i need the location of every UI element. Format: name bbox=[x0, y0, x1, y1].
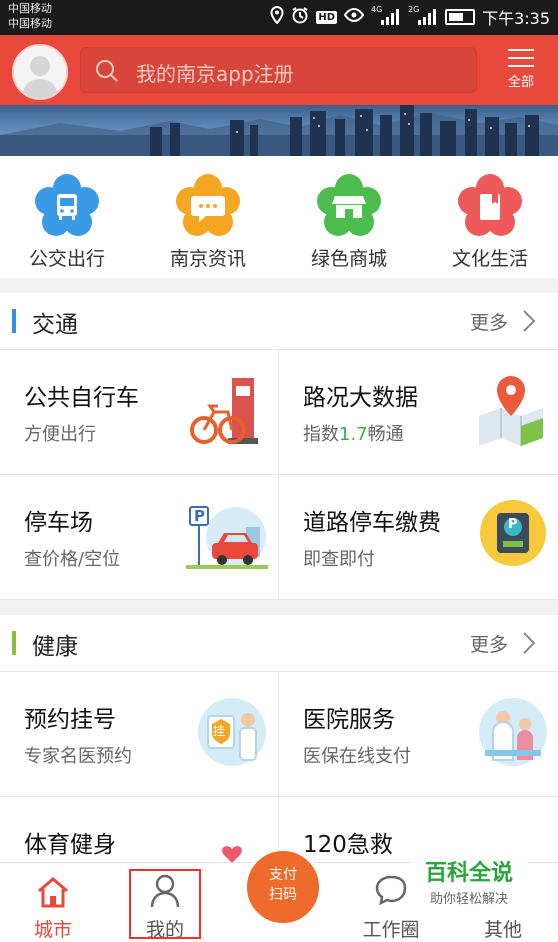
watermark-subtitle: 助你轻松解决 bbox=[429, 892, 508, 907]
card-subtitle-prefix: 指数 bbox=[303, 424, 339, 445]
card-appointment[interactable]: 预约挂号 专家名医预约 挂 bbox=[0, 672, 278, 797]
card-traffic-data[interactable]: 路况大数据 指数1.7畅通 bbox=[278, 350, 558, 475]
card-hospital-service[interactable]: 医院服务 医保在线支付 bbox=[278, 672, 558, 797]
alarm-icon bbox=[291, 6, 309, 28]
highlight-box bbox=[129, 869, 201, 939]
doctor-icon: 挂 bbox=[196, 694, 268, 774]
traffic-section-title: 交通 bbox=[32, 312, 78, 338]
card-subtitle: 方便出行 bbox=[24, 424, 96, 445]
scan-label: 扫码 bbox=[269, 887, 297, 903]
card-subtitle: 医保在线支付 bbox=[303, 746, 411, 767]
section-accent-bar bbox=[12, 631, 16, 655]
health-more-link[interactable]: 更多 bbox=[470, 630, 508, 657]
card-parking[interactable]: 停车场 查价格/空位 P bbox=[0, 475, 278, 600]
net-label-1: 4G bbox=[371, 5, 383, 14]
parking-meter-icon: P bbox=[477, 497, 549, 577]
quick-label-bus: 公交出行 bbox=[28, 248, 105, 270]
quick-item-shop[interactable]: 绿色商城 bbox=[294, 174, 404, 271]
quick-label-shop: 绿色商城 bbox=[310, 248, 387, 270]
search-placeholder: 我的南京app注册 bbox=[136, 62, 294, 86]
traffic-section-header: 交通 更多 bbox=[0, 293, 558, 350]
clock: 下午3:35 bbox=[482, 9, 550, 28]
status-icons: HD 4G 2G 下午3:35 bbox=[270, 5, 550, 28]
chevron-right-icon[interactable] bbox=[522, 309, 536, 337]
signal-2g-icon: 2G bbox=[408, 5, 438, 26]
hd-badge: HD bbox=[316, 10, 338, 24]
carrier-label-1: 中国移动 bbox=[8, 2, 52, 15]
signal-4g-icon: 4G bbox=[371, 5, 401, 26]
quick-item-culture[interactable]: 文化生活 bbox=[435, 174, 545, 271]
section-accent-bar bbox=[12, 309, 16, 333]
card-public-bike[interactable]: 公共自行车 方便出行 bbox=[0, 350, 278, 475]
carrier-label-2: 中国移动 bbox=[8, 17, 52, 30]
user-placeholder-icon bbox=[14, 46, 66, 98]
quick-item-news[interactable]: 南京资讯 bbox=[153, 174, 263, 271]
hospital-staff-icon bbox=[477, 694, 549, 774]
shop-icon bbox=[317, 174, 381, 238]
all-menu-label: 全部 bbox=[507, 75, 534, 90]
parking-sign-label: P bbox=[194, 507, 205, 525]
card-subtitle: 专家名医预约 bbox=[24, 746, 132, 767]
card-title: 医院服务 bbox=[303, 707, 395, 733]
card-subtitle-suffix: 畅通 bbox=[367, 424, 404, 445]
traffic-more-link[interactable]: 更多 bbox=[470, 308, 508, 335]
chat-icon bbox=[176, 174, 240, 238]
quick-item-bus[interactable]: 公交出行 bbox=[12, 174, 122, 271]
search-bar[interactable]: 我的南京app注册 bbox=[80, 47, 477, 93]
pay-label: 支付 bbox=[269, 867, 297, 883]
city-skyline-image bbox=[0, 105, 558, 156]
eye-icon bbox=[343, 7, 365, 26]
battery-icon bbox=[445, 9, 476, 25]
card-subtitle: 查价格/空位 bbox=[24, 549, 121, 570]
pay-scan-button[interactable]: 支付 扫码 bbox=[243, 847, 323, 927]
tab-city[interactable]: 城市 bbox=[8, 863, 98, 942]
card-title: 路况大数据 bbox=[303, 385, 418, 411]
list-icon bbox=[502, 45, 540, 71]
status-bar: 中国移动 中国移动 HD 4G 2G 下午3:35 bbox=[0, 0, 558, 35]
home-icon bbox=[35, 875, 71, 913]
card-title: 道路停车缴费 bbox=[303, 510, 441, 536]
card-title: 公共自行车 bbox=[24, 385, 139, 411]
card-title: 120急救 bbox=[303, 832, 393, 858]
card-title: 预约挂号 bbox=[24, 707, 116, 733]
tab-label-city: 城市 bbox=[33, 919, 72, 941]
watermark-title: 百科全说 bbox=[424, 861, 513, 886]
card-title: 体育健身 bbox=[24, 832, 116, 858]
watermark-logo: 百科全说 助你轻松解决 bbox=[410, 860, 528, 910]
bicycle-icon bbox=[188, 372, 268, 452]
health-section-header: 健康 更多 bbox=[0, 615, 558, 672]
city-banner[interactable] bbox=[0, 105, 558, 156]
quick-label-culture: 文化生活 bbox=[451, 248, 528, 270]
net-label-2: 2G bbox=[408, 5, 420, 14]
tab-label-work: 工作圈 bbox=[362, 919, 420, 941]
card-road-parking-fee[interactable]: 道路停车缴费 即查即付 P bbox=[278, 475, 558, 600]
all-menu-button[interactable]: 全部 bbox=[502, 45, 540, 95]
chat-bubble-icon bbox=[374, 873, 408, 911]
register-badge-label: 挂 bbox=[213, 724, 226, 738]
app-header: 我的南京app注册 全部 bbox=[0, 35, 558, 105]
bus-icon bbox=[35, 174, 99, 238]
book-icon bbox=[458, 174, 522, 238]
location-icon bbox=[270, 5, 284, 28]
tab-label-other: 其他 bbox=[483, 919, 522, 941]
card-subtitle: 指数1.7畅通 bbox=[303, 420, 404, 446]
chevron-right-icon[interactable] bbox=[522, 631, 536, 659]
map-pin-icon bbox=[473, 372, 549, 452]
health-section-title: 健康 bbox=[32, 634, 78, 660]
parking-car-icon: P bbox=[186, 497, 268, 577]
search-icon bbox=[94, 58, 120, 88]
card-title: 停车场 bbox=[24, 510, 93, 536]
quick-entries: 公交出行 南京资讯 绿色商城 文化生活 bbox=[0, 156, 558, 278]
card-subtitle: 即查即付 bbox=[303, 549, 375, 570]
parking-meter-sign-label: P bbox=[508, 517, 518, 532]
traffic-index-value: 1.7 bbox=[339, 424, 368, 445]
quick-label-news: 南京资讯 bbox=[169, 248, 246, 270]
avatar[interactable] bbox=[12, 44, 68, 100]
